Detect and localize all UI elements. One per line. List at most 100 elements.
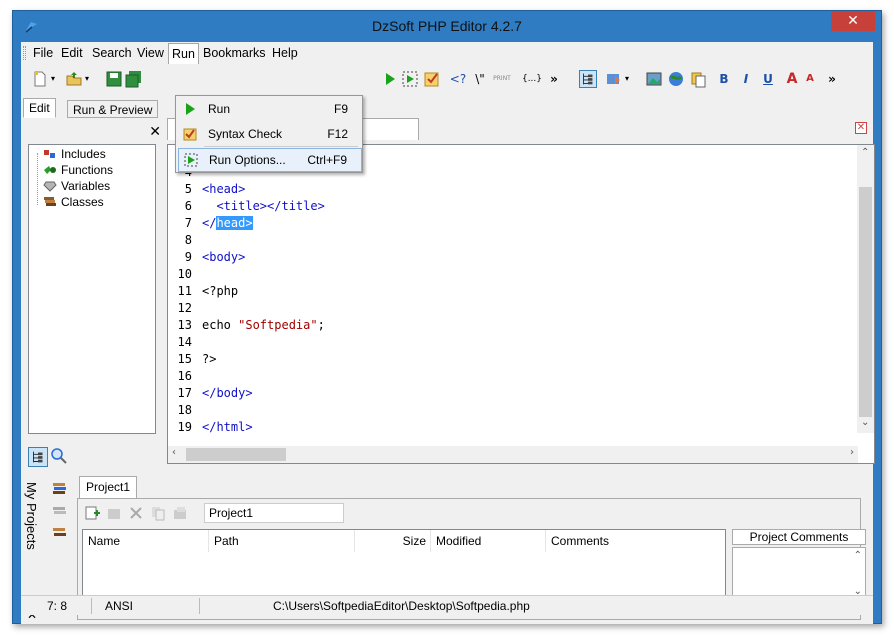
menu-run[interactable]: Run (168, 43, 199, 64)
braces-button[interactable]: {...} (521, 70, 543, 88)
column-name[interactable]: Name (83, 530, 209, 552)
menu-file[interactable]: File (33, 46, 53, 60)
tab-run-preview[interactable]: Run & Preview (67, 100, 159, 118)
close-window-button[interactable]: ✕ (831, 11, 875, 31)
search-icon[interactable] (50, 447, 68, 465)
projects-stack-icon[interactable] (51, 480, 69, 498)
code-line[interactable]: echo "Softpedia"; (202, 317, 325, 334)
print-button[interactable]: PRINT (491, 70, 513, 88)
scroll-left-icon[interactable]: ‹ (172, 447, 176, 458)
scroll-up-icon[interactable]: ⌃ (861, 147, 869, 158)
line-number: 12 (177, 301, 192, 315)
open-dropdown-icon[interactable]: ▾ (83, 70, 91, 88)
menu-search[interactable]: Search (92, 46, 132, 60)
bold-button[interactable]: B (715, 70, 733, 88)
code-line[interactable]: <?php (202, 283, 238, 300)
title-bar[interactable]: DzSoft PHP Editor 4.2.7 ✕ (13, 11, 881, 43)
run-menu-item-syntax-check[interactable]: Syntax Check F12 (178, 123, 362, 147)
globe-icon[interactable] (667, 70, 685, 88)
new-file-icon[interactable] (31, 70, 49, 88)
code-tree: Includes Functions Variables Classes (28, 144, 156, 434)
functions-icon (44, 166, 56, 174)
tree-item-includes[interactable]: Includes (43, 147, 106, 163)
editor-close-icon[interactable]: ✕ (855, 122, 867, 134)
tree-view-icon[interactable] (579, 70, 597, 88)
line-number: 15 (177, 352, 192, 366)
save-all-icon[interactable] (125, 70, 143, 88)
run-label: Run (208, 102, 231, 116)
italic-button[interactable]: I (737, 70, 755, 88)
run-menu-item-run-options[interactable]: Run Options... Ctrl+F9 (178, 148, 362, 172)
copy-file-icon[interactable] (150, 505, 166, 521)
syntax-check-icon[interactable] (423, 70, 441, 88)
line-number: 10 (177, 267, 192, 281)
code-line[interactable]: <head> (202, 181, 245, 198)
project-comments-box[interactable]: ⌃ ⌄ (732, 547, 866, 601)
copy-icon[interactable] (689, 70, 707, 88)
scroll-down-icon[interactable]: ⌄ (861, 417, 869, 428)
tree-item-classes[interactable]: Classes (43, 195, 104, 211)
add-file-icon[interactable] (84, 505, 100, 521)
code-token: ; (317, 318, 325, 332)
encoding-label: ANSI (105, 599, 134, 613)
save-icon[interactable] (105, 70, 123, 88)
code-selection: head> (216, 216, 253, 230)
projects-list-icon[interactable] (51, 524, 69, 542)
properties-icon[interactable] (172, 505, 188, 521)
tree-toggle-icon[interactable] (28, 447, 48, 467)
code-line[interactable]: </html> (202, 419, 253, 436)
add-folder-icon[interactable] (106, 505, 122, 521)
run-options-icon[interactable] (401, 70, 419, 88)
code-line[interactable]: <title></title> (202, 198, 324, 215)
run-menu-item-run[interactable]: Run F9 (178, 98, 362, 122)
tree-item-variables[interactable]: Variables (43, 179, 110, 195)
underline-button[interactable]: U (759, 70, 777, 88)
menu-bookmarks[interactable]: Bookmarks (203, 46, 266, 60)
column-modified[interactable]: Modified (431, 530, 546, 552)
code-line[interactable]: <body> (202, 249, 245, 266)
horizontal-scrollbar[interactable]: ‹ › (168, 446, 858, 463)
syntax-check-shortcut: F12 (327, 127, 348, 141)
code-line[interactable]: ?> (202, 351, 216, 368)
code-line[interactable]: </head> (202, 215, 253, 232)
tree-item-functions[interactable]: Functions (43, 163, 113, 179)
open-folder-icon[interactable] (65, 70, 83, 88)
line-number: 5 (184, 182, 192, 196)
project-tab[interactable]: Project1 (79, 476, 138, 498)
font-decrease-button[interactable]: A (801, 70, 819, 88)
toolbar-more-chevron-icon-2[interactable]: » (827, 70, 837, 88)
tab-edit[interactable]: Edit (23, 98, 56, 118)
scroll-right-icon[interactable]: › (850, 447, 854, 458)
project-name-field[interactable]: Project1 (204, 503, 344, 523)
delete-icon[interactable] (128, 505, 144, 521)
escape-quote-button[interactable]: \" (471, 70, 489, 88)
column-path[interactable]: Path (209, 530, 355, 552)
vertical-scroll-thumb[interactable] (859, 187, 872, 417)
font-increase-button[interactable]: A (783, 70, 801, 88)
horizontal-scroll-thumb[interactable] (186, 448, 286, 461)
comments-scroll-up-icon[interactable]: ⌃ (854, 550, 862, 561)
menubar-grip[interactable] (23, 46, 26, 60)
menu-edit[interactable]: Edit (61, 46, 83, 60)
php-tag-button[interactable]: <? (449, 70, 467, 88)
code-line[interactable]: </body> (202, 385, 253, 402)
code-editor[interactable]: 3<html>45<head>6 <title></title>7</head>… (167, 144, 875, 464)
status-divider (199, 598, 200, 614)
insert-dropdown-icon[interactable]: ▾ (623, 70, 631, 88)
variables-icon (43, 181, 57, 192)
menu-view[interactable]: View (137, 46, 164, 60)
line-number: 9 (184, 250, 192, 264)
column-size[interactable]: Size (355, 530, 431, 552)
menu-help[interactable]: Help (272, 46, 298, 60)
line-number: 11 (177, 284, 192, 298)
panel-close-icon[interactable]: ✕ (149, 124, 161, 140)
toolbar-more-chevron-icon[interactable]: » (549, 70, 559, 88)
projects-stack-disabled-icon[interactable] (51, 502, 69, 520)
vertical-scrollbar[interactable]: ⌃ ⌄ (857, 145, 874, 433)
new-file-dropdown-icon[interactable]: ▾ (49, 70, 57, 88)
column-comments[interactable]: Comments (546, 530, 724, 552)
image-icon[interactable] (645, 70, 663, 88)
run-icon[interactable] (381, 70, 399, 88)
line-number: 6 (184, 199, 192, 213)
insert-icon[interactable] (605, 70, 623, 88)
